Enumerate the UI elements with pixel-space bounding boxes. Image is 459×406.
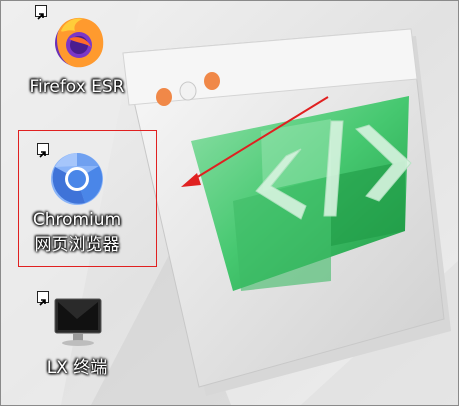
highlight-box [18, 130, 157, 267]
desktop-icon-firefox[interactable]: Firefox ESR [17, 5, 137, 105]
firefox-icon [35, 5, 107, 71]
shortcut-arrow-icon [35, 5, 47, 20]
desktop: Firefox ESR Chromium 网页浏览器 LX 终端 [0, 0, 459, 406]
terminal-label: LX 终端 [46, 358, 108, 378]
terminal-icon [37, 291, 107, 353]
desktop-icon-terminal[interactable]: LX 终端 [17, 291, 137, 387]
firefox-label: Firefox ESR [29, 77, 125, 97]
shortcut-arrow-icon [37, 291, 49, 306]
